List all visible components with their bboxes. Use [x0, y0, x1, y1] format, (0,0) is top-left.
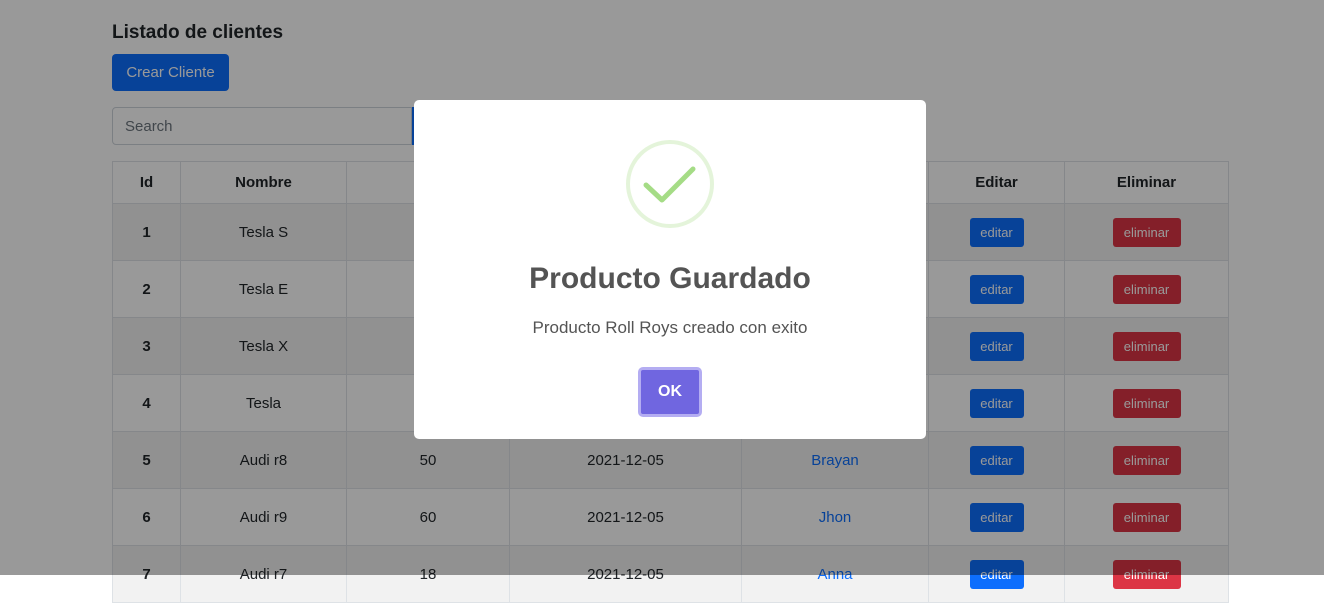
dialog-message: Producto Roll Roys creado con exito	[532, 318, 808, 337]
success-check-icon	[626, 140, 714, 228]
ok-button[interactable]: OK	[638, 367, 702, 417]
success-dialog: Producto Guardado Producto Roll Roys cre…	[414, 100, 926, 439]
dialog-title: Producto Guardado	[529, 262, 811, 295]
